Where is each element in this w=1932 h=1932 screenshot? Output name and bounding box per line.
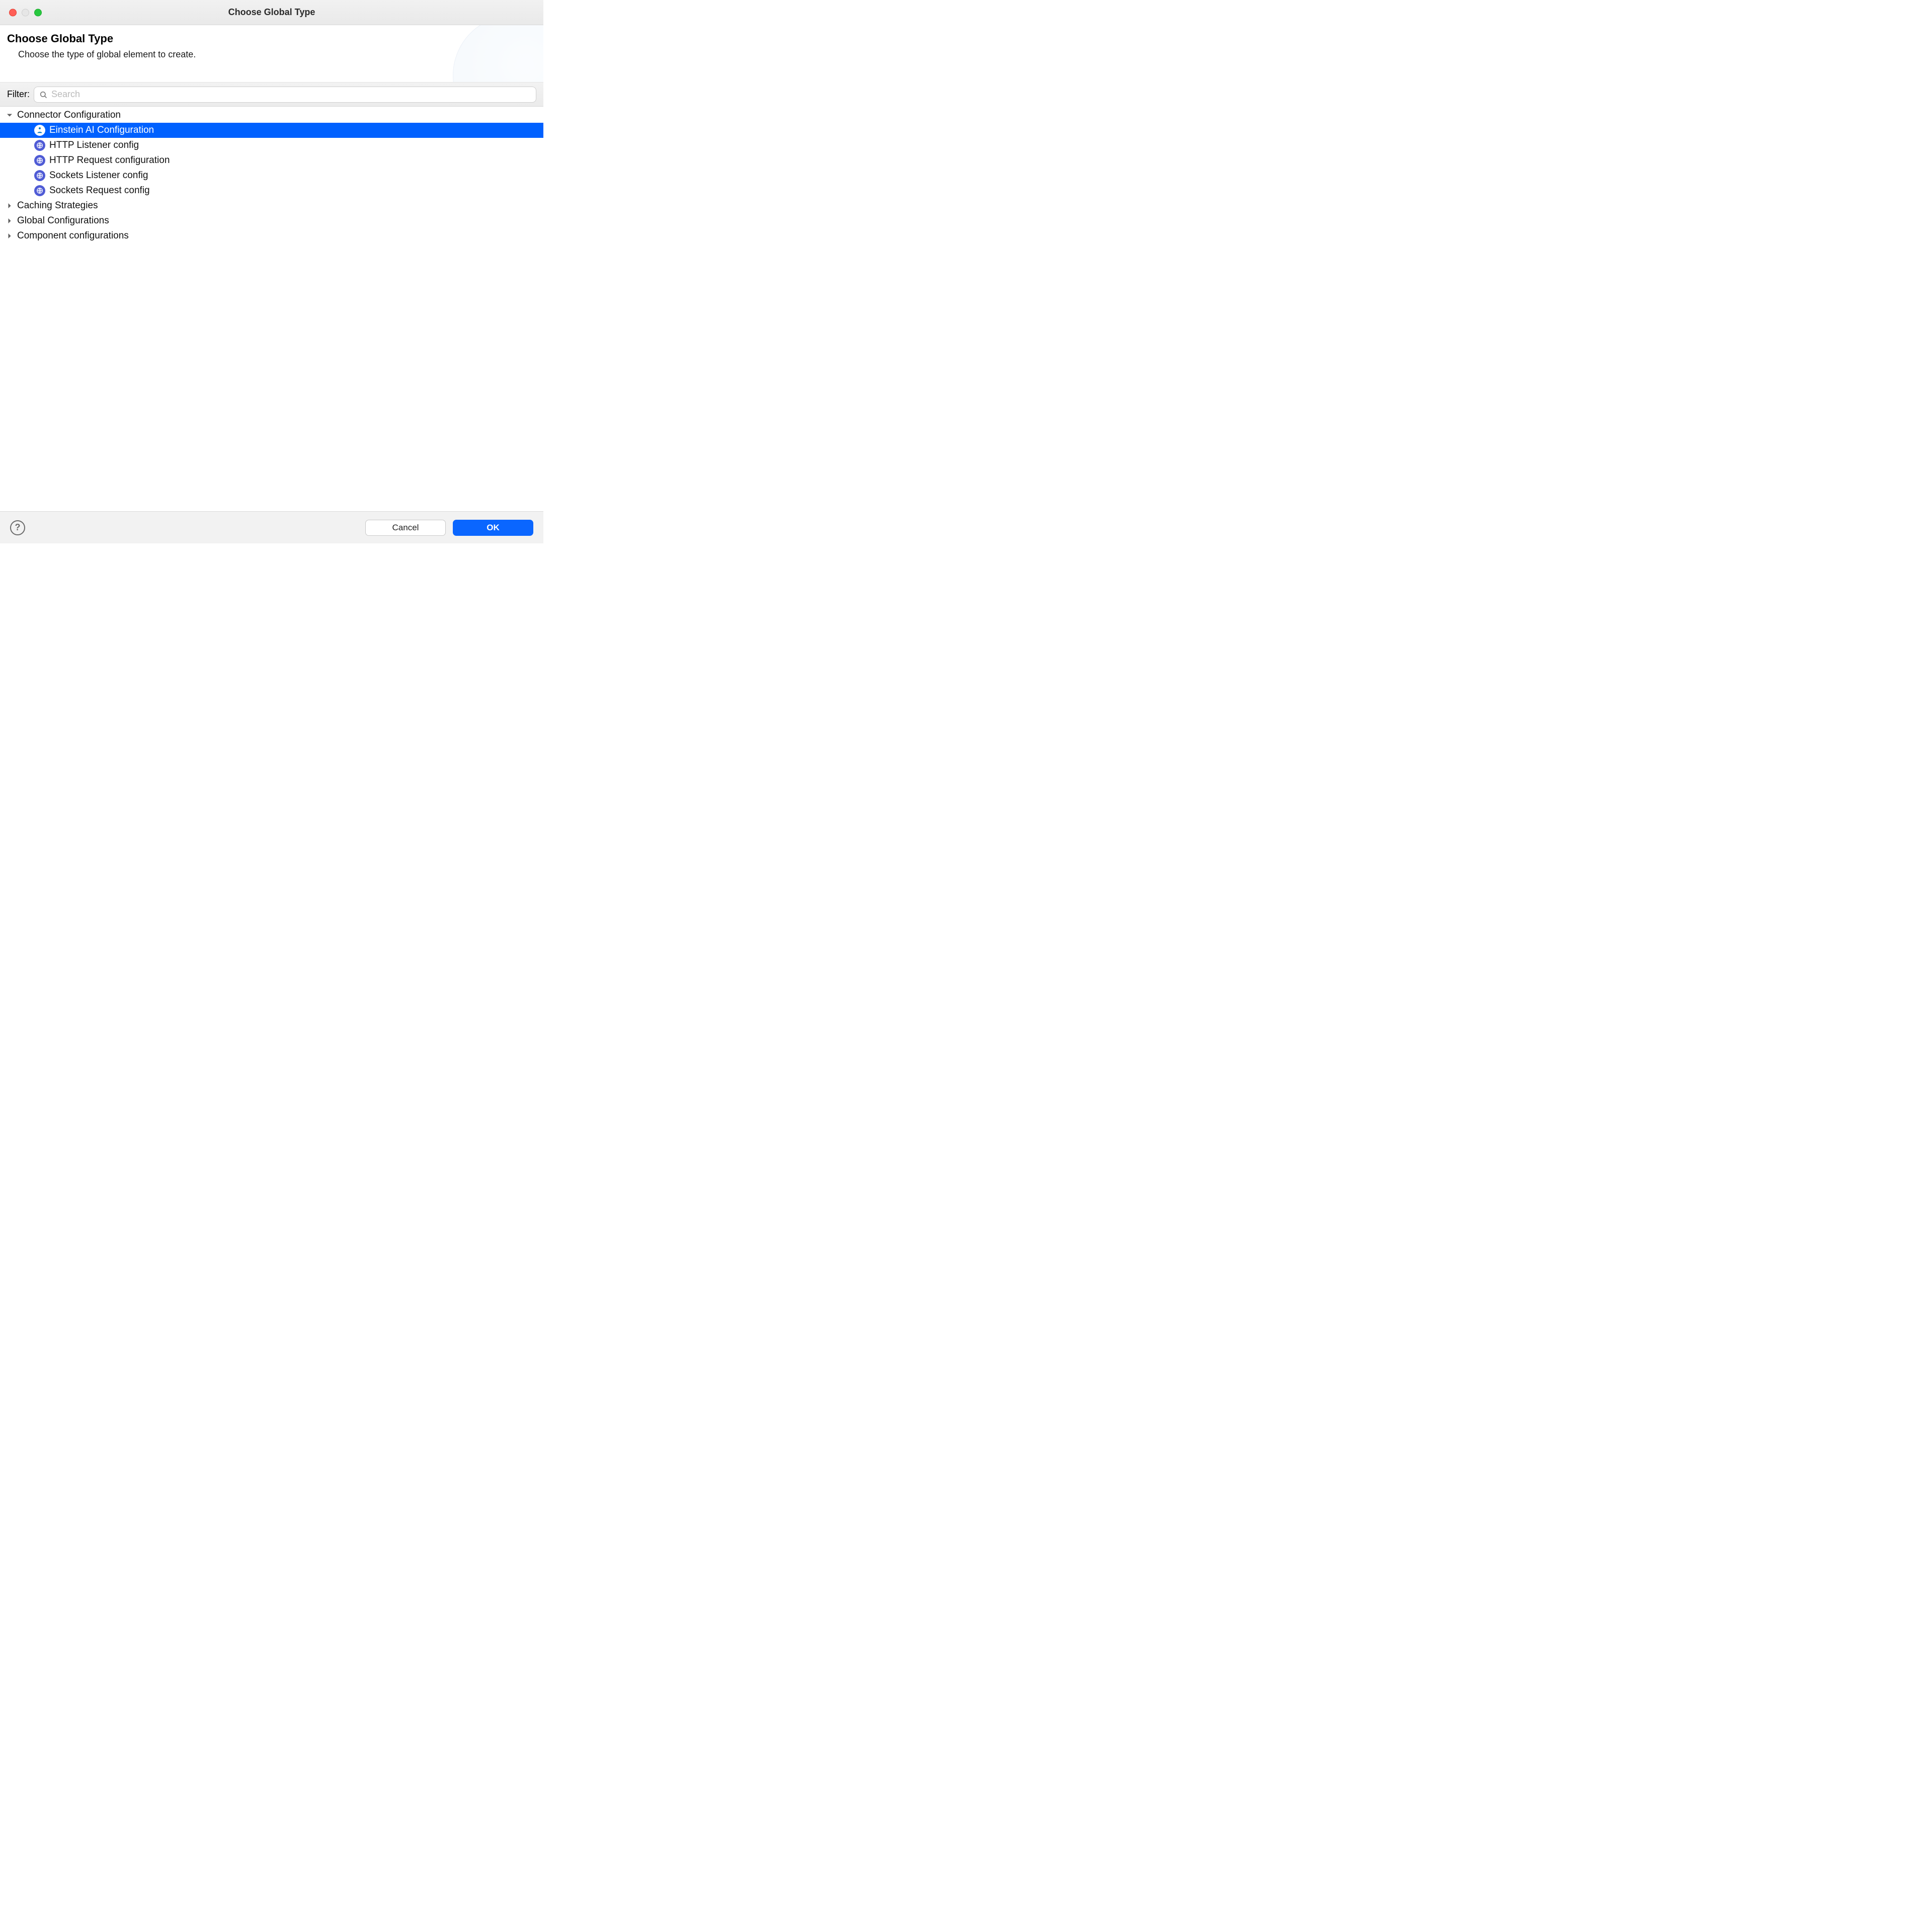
page-title: Choose Global Type — [7, 32, 536, 45]
ai-icon — [34, 125, 45, 136]
type-tree[interactable]: Connector Configuration Einstein AI Confi… — [0, 107, 543, 511]
tree-item-label: Sockets Listener config — [47, 170, 148, 181]
window-minimize-button[interactable] — [22, 9, 29, 16]
window-close-button[interactable] — [9, 9, 17, 16]
tree-group-label: Connector Configuration — [15, 110, 121, 121]
tree-item-label: HTTP Listener config — [47, 140, 139, 151]
ok-button[interactable]: OK — [453, 520, 533, 536]
search-icon — [39, 91, 47, 99]
chevron-down-icon[interactable] — [4, 112, 15, 118]
tree-group-label: Global Configurations — [15, 215, 109, 226]
chevron-right-icon[interactable] — [4, 218, 15, 224]
tree-item[interactable]: HTTP Listener config — [0, 138, 543, 153]
cancel-button[interactable]: Cancel — [365, 520, 446, 536]
tree-group[interactable]: Component configurations — [0, 228, 543, 244]
globe-icon — [34, 155, 45, 166]
traffic-lights — [9, 9, 42, 16]
dialog-footer: ? Cancel OK — [0, 511, 543, 543]
tree-item[interactable]: Sockets Request config — [0, 183, 543, 198]
tree-group[interactable]: Global Configurations — [0, 213, 543, 228]
filter-bar: Filter: — [0, 83, 543, 107]
globe-icon — [34, 185, 45, 196]
tree-item-label: Einstein AI Configuration — [47, 125, 154, 136]
window-zoom-button[interactable] — [34, 9, 42, 16]
tree-group[interactable]: Connector Configuration — [0, 108, 543, 123]
chevron-right-icon[interactable] — [4, 233, 15, 239]
dialog-header: Choose Global Type Choose the type of gl… — [0, 25, 543, 83]
tree-group-label: Caching Strategies — [15, 200, 98, 211]
tree-group[interactable]: Caching Strategies — [0, 198, 543, 213]
globe-icon — [34, 140, 45, 151]
tree-item-label: Sockets Request config — [47, 185, 150, 196]
search-field-wrap[interactable] — [34, 87, 536, 103]
globe-icon — [34, 170, 45, 181]
tree-item-label: HTTP Request configuration — [47, 155, 170, 166]
filter-label: Filter: — [7, 89, 30, 100]
tree-item[interactable]: Einstein AI Configuration — [0, 123, 543, 138]
help-button[interactable]: ? — [10, 520, 25, 535]
tree-item[interactable]: HTTP Request configuration — [0, 153, 543, 168]
tree-group-label: Component configurations — [15, 230, 129, 242]
window-title: Choose Global Type — [0, 7, 543, 18]
tree-item[interactable]: Sockets Listener config — [0, 168, 543, 183]
titlebar: Choose Global Type — [0, 0, 543, 25]
chevron-right-icon[interactable] — [4, 203, 15, 209]
search-input[interactable] — [51, 89, 531, 100]
